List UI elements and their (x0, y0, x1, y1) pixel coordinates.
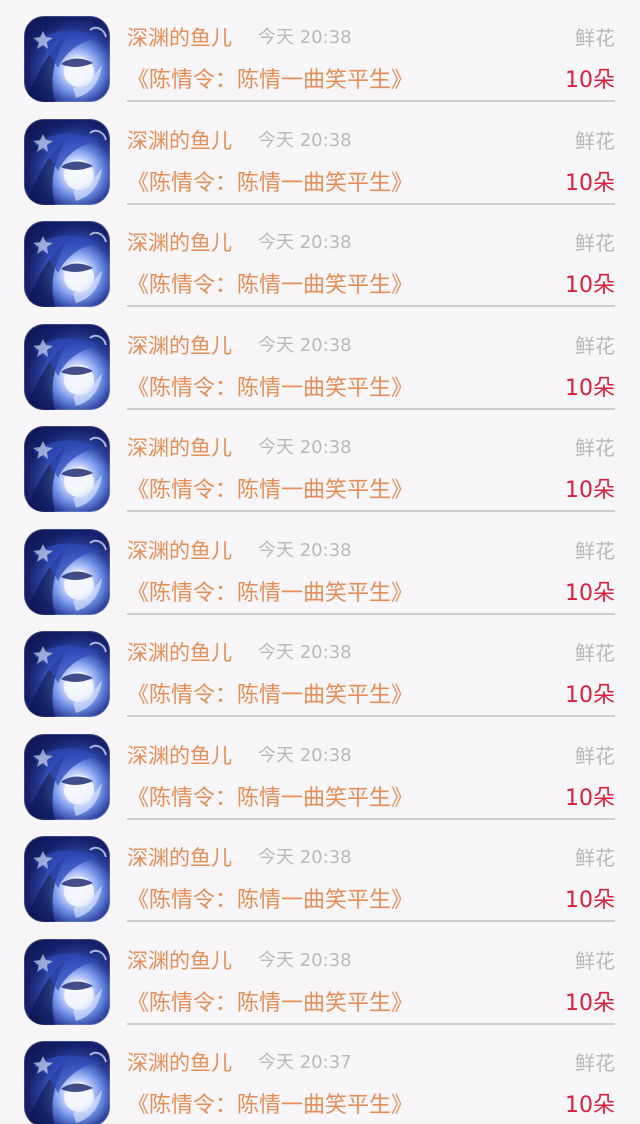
book-title-link[interactable]: 《陈情令：陈情一曲笑平生》 (127, 784, 413, 814)
timestamp: 今天 20:38 (258, 27, 352, 48)
user-name: 深渊的鱼儿 (127, 948, 232, 973)
timestamp: 今天 20:37 (258, 1052, 352, 1073)
anime-avatar-icon[interactable] (24, 733, 110, 820)
book-title-link[interactable]: 《陈情令：陈情一曲笑平生》 (127, 374, 413, 404)
user-name: 深渊的鱼儿 (127, 26, 232, 50)
gift-count: 10朵 (565, 580, 615, 606)
gift-record-item[interactable]: 深渊的鱼儿 今天 20:38 鲜花 《陈情令：陈情一曲笑平生》 10朵 (0, 820, 640, 923)
gift-count: 10朵 (565, 273, 615, 298)
anime-avatar-icon[interactable] (24, 426, 110, 512)
gift-type: 鲜花 (575, 846, 615, 870)
gift-count: 10朵 (565, 478, 615, 503)
gift-count: 10朵 (565, 683, 615, 708)
book-title-link[interactable]: 《陈情令：陈情一曲笑平生》 (127, 476, 413, 506)
user-name: 深渊的鱼儿 (127, 436, 232, 460)
timestamp: 今天 20:38 (258, 642, 352, 663)
user-name: 深渊的鱼儿 (127, 333, 232, 358)
gift-record-item[interactable]: 深渊的鱼儿 今天 20:38 鲜花 《陈情令：陈情一曲笑平生》 10朵 (0, 0, 640, 103)
anime-avatar-icon[interactable] (24, 836, 110, 922)
timestamp: 今天 20:38 (258, 949, 352, 971)
user-name: 深渊的鱼儿 (127, 231, 232, 255)
gift-record-item[interactable]: 深渊的鱼儿 今天 20:38 鲜花 《陈情令：陈情一曲笑平生》 10朵 (0, 615, 640, 718)
gift-type: 鲜花 (575, 743, 615, 768)
timestamp: 今天 20:38 (258, 847, 352, 868)
book-title-link[interactable]: 《陈情令：陈情一曲笑平生》 (127, 989, 413, 1019)
gift-record-item[interactable]: 深渊的鱼儿 今天 20:38 鲜花 《陈情令：陈情一曲笑平生》 10朵 (0, 308, 640, 411)
gift-count: 10朵 (565, 375, 615, 401)
gift-type: 鲜花 (575, 26, 615, 50)
anime-avatar-icon[interactable] (24, 1041, 110, 1124)
gift-count: 10朵 (565, 68, 615, 93)
user-name: 深渊的鱼儿 (127, 1051, 232, 1075)
gift-record-list: 深渊的鱼儿 今天 20:38 鲜花 《陈情令：陈情一曲笑平生》 10朵 深渊的鱼… (0, 0, 640, 1124)
user-name: 深渊的鱼儿 (127, 846, 232, 870)
gift-type: 鲜花 (575, 641, 615, 665)
book-title-link[interactable]: 《陈情令：陈情一曲笑平生》 (127, 169, 413, 199)
user-name: 深渊的鱼儿 (127, 128, 232, 153)
timestamp: 今天 20:38 (258, 232, 352, 253)
user-name: 深渊的鱼儿 (127, 641, 232, 665)
gift-type: 鲜花 (575, 128, 615, 153)
user-name: 深渊的鱼儿 (127, 743, 232, 768)
gift-count: 10朵 (565, 170, 615, 196)
gift-type: 鲜花 (575, 333, 615, 358)
book-title-link[interactable]: 《陈情令：陈情一曲笑平生》 (127, 66, 413, 96)
book-title-link[interactable]: 《陈情令：陈情一曲笑平生》 (127, 579, 413, 609)
gift-type: 鲜花 (575, 231, 615, 255)
gift-record-item[interactable]: 深渊的鱼儿 今天 20:38 鲜花 《陈情令：陈情一曲笑平生》 10朵 (0, 410, 640, 513)
anime-avatar-icon[interactable] (24, 118, 110, 205)
gift-record-item[interactable]: 深渊的鱼儿 今天 20:38 鲜花 《陈情令：陈情一曲笑平生》 10朵 (0, 103, 640, 206)
anime-avatar-icon[interactable] (24, 631, 110, 717)
anime-avatar-icon[interactable] (24, 323, 110, 410)
gift-type: 鲜花 (575, 1051, 615, 1075)
anime-avatar-icon[interactable] (24, 938, 110, 1025)
timestamp: 今天 20:38 (258, 744, 352, 766)
timestamp: 今天 20:38 (258, 539, 352, 561)
book-title-link[interactable]: 《陈情令：陈情一曲笑平生》 (127, 886, 413, 916)
gift-type: 鲜花 (575, 436, 615, 460)
timestamp: 今天 20:38 (258, 334, 352, 356)
book-title-link[interactable]: 《陈情令：陈情一曲笑平生》 (127, 1091, 413, 1121)
gift-record-item[interactable]: 深渊的鱼儿 今天 20:38 鲜花 《陈情令：陈情一曲笑平生》 10朵 (0, 205, 640, 308)
gift-count: 10朵 (565, 1093, 615, 1118)
gift-record-item[interactable]: 深渊的鱼儿 今天 20:38 鲜花 《陈情令：陈情一曲笑平生》 10朵 (0, 718, 640, 821)
gift-type: 鲜花 (575, 538, 615, 563)
anime-avatar-icon[interactable] (24, 528, 110, 615)
book-title-link[interactable]: 《陈情令：陈情一曲笑平生》 (127, 681, 413, 711)
gift-record-item[interactable]: 深渊的鱼儿 今天 20:37 鲜花 《陈情令：陈情一曲笑平生》 10朵 (0, 1025, 640, 1124)
book-title-link[interactable]: 《陈情令：陈情一曲笑平生》 (127, 271, 413, 301)
gift-count: 10朵 (565, 990, 615, 1016)
timestamp: 今天 20:38 (258, 437, 352, 458)
gift-count: 10朵 (565, 785, 615, 811)
gift-record-item[interactable]: 深渊的鱼儿 今天 20:38 鲜花 《陈情令：陈情一曲笑平生》 10朵 (0, 513, 640, 616)
anime-avatar-icon[interactable] (24, 16, 110, 102)
gift-count: 10朵 (565, 888, 615, 913)
timestamp: 今天 20:38 (258, 129, 352, 151)
user-name: 深渊的鱼儿 (127, 538, 232, 563)
anime-avatar-icon[interactable] (24, 221, 110, 307)
gift-type: 鲜花 (575, 948, 615, 973)
gift-record-item[interactable]: 深渊的鱼儿 今天 20:38 鲜花 《陈情令：陈情一曲笑平生》 10朵 (0, 923, 640, 1026)
